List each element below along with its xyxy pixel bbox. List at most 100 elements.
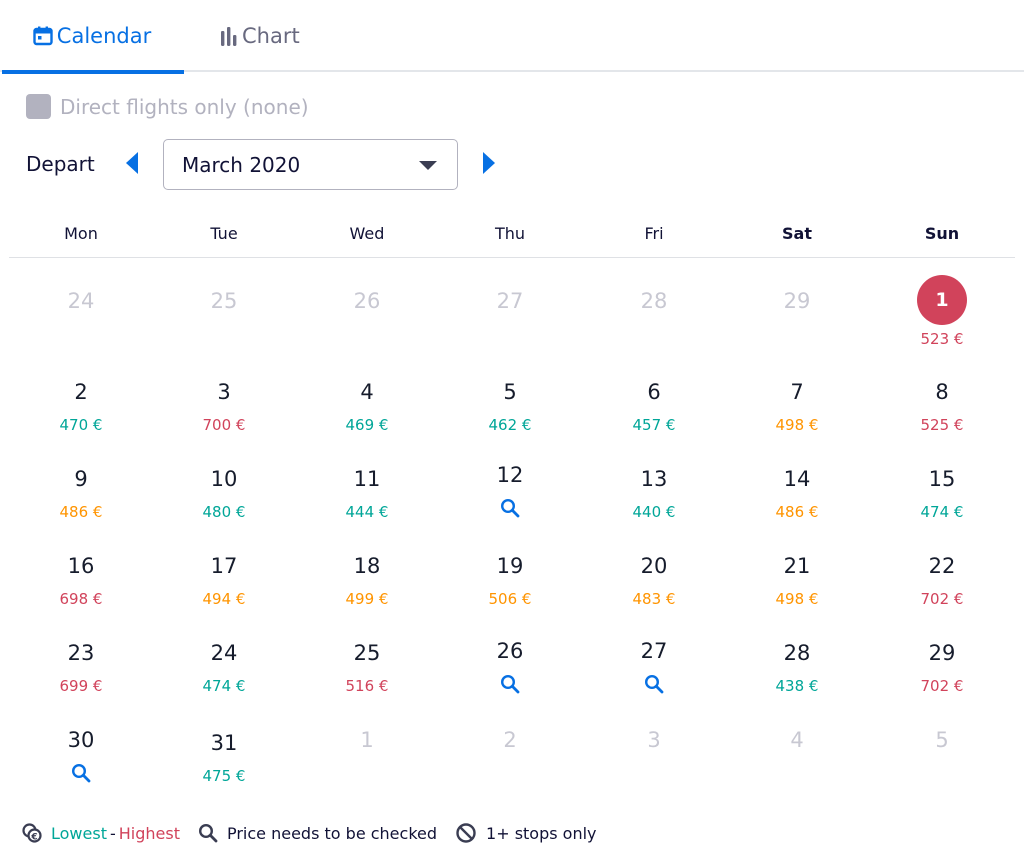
day-number: 28 xyxy=(783,641,811,665)
tab-chart[interactable]: Chart xyxy=(220,0,300,72)
day-number: 4 xyxy=(790,728,804,752)
calendar-icon xyxy=(33,26,53,46)
calendar-day[interactable]: 8 525 € xyxy=(882,378,1002,434)
calendar-day[interactable]: 6 457 € xyxy=(594,378,714,434)
weekday-thu: Thu xyxy=(494,224,526,243)
chevron-down-icon xyxy=(419,161,437,170)
month-select[interactable]: March 2020 xyxy=(163,139,458,190)
search-icon xyxy=(198,823,218,843)
day-number: 5 xyxy=(503,380,517,404)
next-month-arrow-icon[interactable] xyxy=(483,152,495,174)
calendar-day[interactable]: 20 483 € xyxy=(594,552,714,608)
calendar-day[interactable]: 9 486 € xyxy=(21,465,141,521)
day-number: 25 xyxy=(210,289,238,313)
search-icon[interactable] xyxy=(71,763,91,783)
svg-text:€: € xyxy=(30,832,37,842)
weekday-header: Mon Tue Wed Thu Fri Sat Sun xyxy=(9,216,1015,258)
calendar-day[interactable]: 30 xyxy=(21,726,141,783)
day-price: 700 € xyxy=(202,416,246,434)
day-price: 483 € xyxy=(632,590,676,608)
calendar-day[interactable]: 23 699 € xyxy=(21,639,141,695)
tab-calendar[interactable]: Calendar xyxy=(0,0,184,74)
legend-price-check: Price needs to be checked xyxy=(198,823,437,843)
prev-month-arrow-icon[interactable] xyxy=(126,152,138,174)
day-number: 3 xyxy=(217,380,231,404)
day-number: 26 xyxy=(353,289,381,313)
day-number: 7 xyxy=(790,380,804,404)
legend-lowest: Lowest xyxy=(51,823,107,843)
day-number: 29 xyxy=(928,641,956,665)
calendar-day[interactable]: 24 474 € xyxy=(164,639,284,695)
legend-price-range: € Lowest - Highest xyxy=(22,823,180,843)
day-price: 702 € xyxy=(920,677,964,695)
day-number: 17 xyxy=(210,554,238,578)
day-number: 10 xyxy=(210,467,238,491)
calendar-day[interactable]: 19 506 € xyxy=(450,552,570,608)
calendar-day[interactable]: 15 474 € xyxy=(882,465,1002,521)
calendar-day[interactable]: 1 523 € xyxy=(882,275,1002,348)
day-number: 22 xyxy=(928,554,956,578)
calendar-day[interactable]: 26 xyxy=(450,637,570,694)
calendar-day[interactable]: 16 698 € xyxy=(21,552,141,608)
search-icon[interactable] xyxy=(500,674,520,694)
calendar-day[interactable]: 27 xyxy=(594,637,714,694)
day-price: 462 € xyxy=(488,416,532,434)
day-price: 486 € xyxy=(775,503,819,521)
day-number: 9 xyxy=(74,467,88,491)
calendar-day-outside-month: 26 xyxy=(307,287,427,315)
calendar-day[interactable]: 13 440 € xyxy=(594,465,714,521)
calendar-day[interactable]: 25 516 € xyxy=(307,639,427,695)
depart-label: Depart xyxy=(26,152,95,176)
calendar-day[interactable]: 4 469 € xyxy=(307,378,427,434)
day-number: 25 xyxy=(353,641,381,665)
calendar-day[interactable]: 10 480 € xyxy=(164,465,284,521)
day-number: 21 xyxy=(783,554,811,578)
day-price: 457 € xyxy=(632,416,676,434)
weekday-tue: Tue xyxy=(210,224,238,243)
day-number: 29 xyxy=(783,289,811,313)
day-number: 18 xyxy=(353,554,381,578)
day-number: 23 xyxy=(67,641,95,665)
tab-calendar-label: Calendar xyxy=(56,24,152,48)
calendar-day[interactable]: 28 438 € xyxy=(737,639,857,695)
search-icon[interactable] xyxy=(644,674,664,694)
coins-icon: € xyxy=(22,823,42,843)
calendar-day[interactable]: 3 700 € xyxy=(164,378,284,434)
day-number: 16 xyxy=(67,554,95,578)
day-number: 27 xyxy=(640,639,668,663)
legend-stops-label: 1+ stops only xyxy=(486,823,597,843)
day-number: 12 xyxy=(496,463,524,487)
direct-flights-checkbox[interactable] xyxy=(26,94,51,119)
calendar-day[interactable]: 31 475 € xyxy=(164,729,284,785)
search-icon[interactable] xyxy=(500,498,520,518)
day-price: 440 € xyxy=(632,503,676,521)
prohibited-icon xyxy=(456,823,476,843)
calendar-day-outside-month: 27 xyxy=(450,287,570,315)
calendar-day[interactable]: 21 498 € xyxy=(737,552,857,608)
calendar-day[interactable]: 14 486 € xyxy=(737,465,857,521)
calendar-day[interactable]: 22 702 € xyxy=(882,552,1002,608)
day-price: 475 € xyxy=(202,767,246,785)
day-price: 480 € xyxy=(202,503,246,521)
calendar-day[interactable]: 29 702 € xyxy=(882,639,1002,695)
day-price: 474 € xyxy=(202,677,246,695)
month-select-value: March 2020 xyxy=(182,152,301,177)
calendar-day[interactable]: 2 470 € xyxy=(21,378,141,434)
calendar-day[interactable]: 17 494 € xyxy=(164,552,284,608)
calendar-day[interactable]: 11 444 € xyxy=(307,465,427,521)
day-number: 4 xyxy=(360,380,374,404)
calendar-day-outside-month: 28 xyxy=(594,287,714,315)
day-number: 8 xyxy=(935,380,949,404)
calendar-day-outside-month: 25 xyxy=(164,287,284,315)
calendar-day[interactable]: 12 xyxy=(450,461,570,518)
legend-check-label: Price needs to be checked xyxy=(226,823,438,843)
calendar-day[interactable]: 7 498 € xyxy=(737,378,857,434)
day-number: 20 xyxy=(640,554,668,578)
day-price: 469 € xyxy=(345,416,389,434)
calendar-day[interactable]: 18 499 € xyxy=(307,552,427,608)
day-price: 486 € xyxy=(59,503,103,521)
calendar-day-outside-month: 29 xyxy=(737,287,857,315)
day-price: 506 € xyxy=(488,590,532,608)
calendar-day[interactable]: 5 462 € xyxy=(450,378,570,434)
day-price: 523 € xyxy=(920,330,964,348)
